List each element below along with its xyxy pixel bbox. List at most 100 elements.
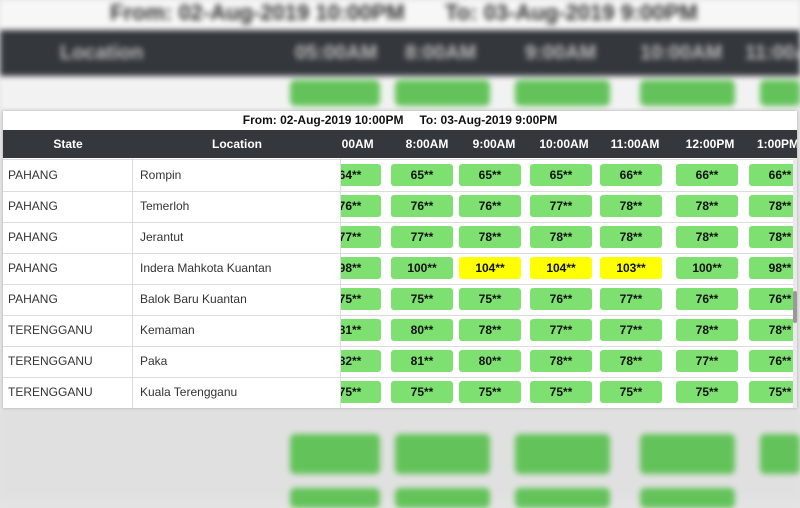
reading-values: 82** 81** 80** 78** 78** 77** 76** xyxy=(341,346,793,377)
api-reading-badge: 75** xyxy=(391,381,453,403)
api-reading-badge: 103** xyxy=(600,257,662,279)
cell-location: Kemaman xyxy=(133,315,341,346)
api-readings-panel: From: 02-Aug-2019 10:00PM To: 03-Aug-2019… xyxy=(3,111,797,408)
column-header-time[interactable]: 8:00AM xyxy=(392,130,462,158)
column-header-state[interactable]: State xyxy=(3,130,133,158)
background-strip xyxy=(0,76,800,110)
api-reading-badge: 78** xyxy=(749,319,793,341)
api-reading-badge: 81** xyxy=(341,319,381,341)
background-cell xyxy=(290,488,380,508)
api-reading-badge: 78** xyxy=(600,350,662,372)
column-header-time[interactable]: 9:00AM xyxy=(459,130,529,158)
api-reading-badge: 75** xyxy=(391,288,453,310)
api-reading-badge: 66** xyxy=(600,164,662,186)
api-reading-badge: 78** xyxy=(676,195,738,217)
api-reading-badge: 75** xyxy=(459,288,521,310)
api-reading-badge: 75** xyxy=(749,381,793,403)
background-time-header: 9:00AM xyxy=(525,42,597,64)
api-reading-badge: 75** xyxy=(676,381,738,403)
api-reading-badge: 78** xyxy=(530,350,592,372)
api-reading-badge: 98** xyxy=(749,257,793,279)
cell-state: TERENGGANU xyxy=(3,315,133,346)
cell-location: Kuala Terengganu xyxy=(133,377,341,408)
cell-state: PAHANG xyxy=(3,222,133,253)
api-reading-badge: 78** xyxy=(459,319,521,341)
cell-location xyxy=(133,158,341,159)
table-body: PAHANG Rompin 64** 65** 65** 65** 66** 66** 66**… xyxy=(3,158,793,408)
cell-location: Balok Baru Kuantan xyxy=(133,284,341,315)
api-reading-badge: 78** xyxy=(530,226,592,248)
cell-location: Indera Mahkota Kuantan xyxy=(133,253,341,284)
api-reading-badge: 78** xyxy=(676,319,738,341)
api-reading-badge: 104** xyxy=(459,257,521,279)
date-range: From: 02-Aug-2019 10:00PM To: 03-Aug-2019… xyxy=(3,111,797,130)
background-cell xyxy=(760,80,800,106)
api-reading-badge: 78** xyxy=(600,195,662,217)
api-reading-badge: 104** xyxy=(530,257,592,279)
background-cell xyxy=(640,434,735,474)
table-row: PAHANG Indera Mahkota Kuantan 98** 100** 104… xyxy=(3,253,793,285)
api-reading-badge: 76** xyxy=(391,195,453,217)
api-reading-badge: 76** xyxy=(749,350,793,372)
api-reading-badge: 75** xyxy=(341,381,381,403)
api-reading-badge: 75** xyxy=(600,381,662,403)
reading-values: 77** 77** 78** 78** 78** 78** 78** xyxy=(341,222,793,253)
background-lower xyxy=(0,408,800,508)
background-time-header: 05:00AM xyxy=(295,42,378,64)
api-reading-badge: 100** xyxy=(676,257,738,279)
column-header-time[interactable]: 7:00AM xyxy=(341,130,383,158)
api-reading-badge: 78** xyxy=(459,226,521,248)
api-reading-badge: 76** xyxy=(676,288,738,310)
column-header-location[interactable]: Location xyxy=(133,130,341,158)
api-reading-badge: 66** xyxy=(676,164,738,186)
background-location-header: Location xyxy=(60,42,144,64)
api-reading-badge: 82** xyxy=(341,350,381,372)
background-cell xyxy=(515,434,610,474)
date-range-from: From: 02-Aug-2019 10:00PM xyxy=(242,113,404,127)
column-header-time[interactable]: 11:00AM xyxy=(600,130,670,158)
background-time-header: 11:00AM xyxy=(745,42,800,64)
api-reading-badge: 76** xyxy=(530,288,592,310)
cell-location: Jerantut xyxy=(133,222,341,253)
api-reading-badge: 98** xyxy=(341,257,381,279)
api-reading-badge: 65** xyxy=(459,164,521,186)
api-reading-badge: 76** xyxy=(459,195,521,217)
api-reading-badge: 78** xyxy=(749,226,793,248)
reading-values: 64** 65** 65** 65** 66** 66** 66** xyxy=(341,160,793,191)
api-reading-badge: 75** xyxy=(341,288,381,310)
api-reading-badge: 66** xyxy=(749,164,793,186)
api-reading-badge: 77** xyxy=(530,319,592,341)
table-row: PAHANG Balok Baru Kuantan 75** 75** 75** 76**… xyxy=(3,284,793,316)
date-range-to: To: 03-Aug-2019 9:00PM xyxy=(419,113,558,127)
column-header-time[interactable]: 10:00AM xyxy=(529,130,599,158)
scrollbar-thumb[interactable] xyxy=(793,291,797,323)
api-reading-badge: 75** xyxy=(459,381,521,403)
cell-state: PAHANG xyxy=(3,160,133,191)
background-cell xyxy=(395,434,490,474)
background-cell xyxy=(395,488,490,508)
table-row: TERENGGANU Kuala Terengganu 75** 75** 75** 75… xyxy=(3,377,793,408)
reading-values: 81** 80** 78** 77** 77** 78** 78** xyxy=(341,315,793,346)
reading-values: 76** 76** 76** 77** 78** 78** 78** xyxy=(341,191,793,222)
table-row: PAHANG Jerantut 77** 77** 78** 78** 78** 78** 78… xyxy=(3,222,793,254)
background-cell xyxy=(395,80,490,106)
background-cell xyxy=(290,434,380,474)
table-row: PAHANG Temerloh 76** 76** 76** 77** 78** 78** 78… xyxy=(3,191,793,223)
api-reading-badge: 78** xyxy=(676,226,738,248)
column-header-time-label: 7:00AM xyxy=(341,137,374,151)
api-reading-badge: 76** xyxy=(749,288,793,310)
table-row: TERENGGANU Kemaman 81** 80** 78** 77** 77** 78*… xyxy=(3,315,793,347)
cell-state: PAHANG xyxy=(3,191,133,222)
column-header-time[interactable]: 12:00PM xyxy=(675,130,745,158)
api-reading-badge: 80** xyxy=(391,319,453,341)
cell-state: TERENGGANU xyxy=(3,377,133,408)
api-reading-badge: 77** xyxy=(676,350,738,372)
background-cell xyxy=(640,488,735,508)
background-cell xyxy=(760,434,800,474)
cell-location: Paka xyxy=(133,346,341,377)
scrollbar-track[interactable] xyxy=(793,158,797,408)
api-reading-badge: 77** xyxy=(391,226,453,248)
reading-values: 75** 75** 75** 76** 77** 76** 76** xyxy=(341,284,793,315)
background-from: From: 02-Aug-2019 10:00PM xyxy=(110,0,405,25)
column-header-time[interactable]: 1:00PM xyxy=(747,130,797,158)
